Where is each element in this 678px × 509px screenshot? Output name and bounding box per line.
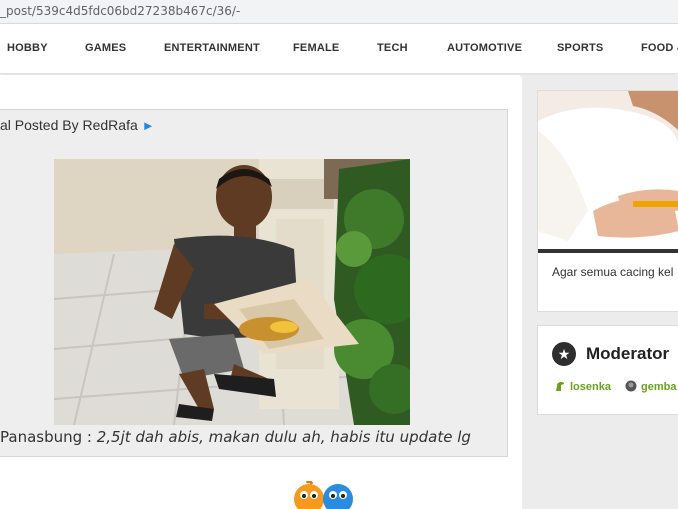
nav-item-games[interactable]: GAMES (85, 42, 126, 54)
nav-item-food[interactable]: FOOD & (641, 42, 678, 54)
star-icon: ★ (552, 342, 576, 366)
moderator-card: ★ Moderator losenka gemba (537, 325, 678, 415)
category-nav: HOBBY GAMES ENTERTAINMENT FEMALE TECH AU… (0, 24, 678, 74)
stomach-pain-photo (538, 91, 678, 253)
caption-text: 2,5jt dah abis, makan dulu ah, habis itu… (96, 428, 471, 446)
play-arrow-icon[interactable]: ► (142, 118, 155, 133)
posted-by-line: al Posted By RedRafa ► (0, 117, 155, 133)
posted-by-label: al Posted By (0, 117, 83, 133)
caption-username: Panasbung : (0, 428, 97, 446)
nav-item-sports[interactable]: SPORTS (557, 42, 603, 54)
emoticon-faces (293, 481, 355, 509)
article-thumbnail[interactable] (538, 91, 678, 253)
post-photo[interactable] (54, 159, 410, 425)
moderator-heading: Moderator (586, 344, 670, 363)
nav-item-entertainment[interactable]: ENTERTAINMENT (164, 42, 260, 54)
nav-item-automotive[interactable]: AUTOMOTIVE (447, 42, 522, 54)
article-title[interactable]: Agar semua cacing kel (552, 265, 673, 279)
dinosaur-icon (556, 382, 564, 391)
moderator-link-gemba[interactable]: gemba (625, 380, 676, 393)
post-caption: Panasbung : 2,5jt dah abis, makan dulu a… (0, 428, 471, 446)
moderator-link-losenka[interactable]: losenka (554, 380, 611, 393)
blue-face-icon (323, 484, 353, 509)
related-article-card[interactable]: Agar semua cacing kel (537, 90, 678, 312)
post-author-link[interactable]: RedRafa (83, 117, 138, 133)
nav-item-female[interactable]: FEMALE (293, 42, 339, 54)
man-eating-photo (54, 159, 410, 425)
avatar-icon (625, 380, 637, 392)
browser-address-bar[interactable]: _post/539c4d5fdc06bd27238b467c/36/- (0, 0, 678, 24)
nav-item-hobby[interactable]: HOBBY (7, 42, 48, 54)
orange-face-icon (294, 484, 324, 509)
moderator-name[interactable]: losenka (570, 381, 611, 393)
nav-item-tech[interactable]: TECH (377, 42, 408, 54)
url-text[interactable]: _post/539c4d5fdc06bd27238b467c/36/- (0, 4, 240, 18)
moderator-name[interactable]: gemba (641, 381, 676, 393)
